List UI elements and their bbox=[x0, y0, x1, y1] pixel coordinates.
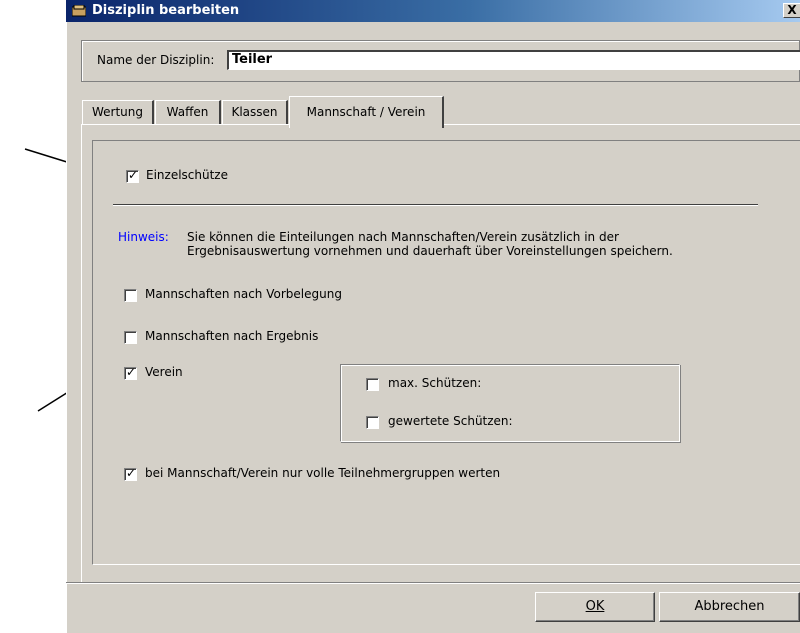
close-button[interactable]: X bbox=[783, 3, 800, 18]
ok-button-label: OK bbox=[585, 599, 605, 614]
name-input[interactable]: Teiler bbox=[227, 50, 800, 70]
einzelschuetze-label: Einzelschütze bbox=[146, 168, 228, 182]
verein-label: Verein bbox=[145, 365, 183, 379]
volle-gruppen-label: bei Mannschaft/Verein nur volle Teilnehm… bbox=[145, 466, 501, 480]
tab-klassen[interactable]: Klassen bbox=[222, 100, 288, 124]
tab-mannschaft-verein[interactable]: Mannschaft / Verein bbox=[289, 96, 444, 128]
checkmark-icon: ✓ bbox=[126, 466, 137, 480]
mannschaften-vorbelegung-checkbox[interactable] bbox=[124, 289, 137, 302]
volle-gruppen-checkbox[interactable]: ✓ bbox=[124, 466, 137, 481]
mannschaften-ergebnis-checkbox[interactable] bbox=[124, 331, 137, 344]
einzelschuetze-checkbox[interactable]: ✓ bbox=[126, 168, 139, 183]
max-schuetzen-label: max. Schützen: bbox=[388, 376, 482, 390]
tab-wertung[interactable]: Wertung bbox=[82, 100, 154, 124]
app-icon bbox=[72, 5, 86, 17]
mannschaften-vorbelegung-label: Mannschaften nach Vorbelegung bbox=[145, 287, 342, 301]
gewertete-schuetzen-label: gewertete Schützen: bbox=[388, 414, 513, 428]
separator bbox=[113, 204, 758, 206]
mannschaften-ergebnis-label: Mannschaften nach Ergebnis bbox=[145, 329, 319, 343]
tab-waffen[interactable]: Waffen bbox=[155, 100, 221, 124]
checkmark-icon: ✓ bbox=[126, 365, 137, 379]
hint-text-line2: Ergebnisauswertung vornehmen und dauerha… bbox=[187, 244, 673, 258]
window-title: Disziplin bearbeiten bbox=[92, 3, 240, 18]
name-label: Name der Disziplin: bbox=[97, 53, 215, 67]
gewertete-schuetzen-checkbox[interactable] bbox=[366, 416, 379, 429]
hint-text-line1: Sie können die Einteilungen nach Mannsch… bbox=[187, 230, 619, 244]
hint-label: Hinweis: bbox=[118, 230, 169, 244]
verein-checkbox[interactable]: ✓ bbox=[124, 365, 137, 380]
checkmark-icon: ✓ bbox=[128, 168, 139, 182]
cancel-button-label: Abbrechen bbox=[694, 599, 765, 614]
max-schuetzen-checkbox[interactable] bbox=[366, 378, 379, 391]
ok-button[interactable]: OK bbox=[535, 592, 655, 622]
footer-separator bbox=[66, 582, 800, 584]
cancel-button[interactable]: Abbrechen bbox=[659, 592, 800, 622]
